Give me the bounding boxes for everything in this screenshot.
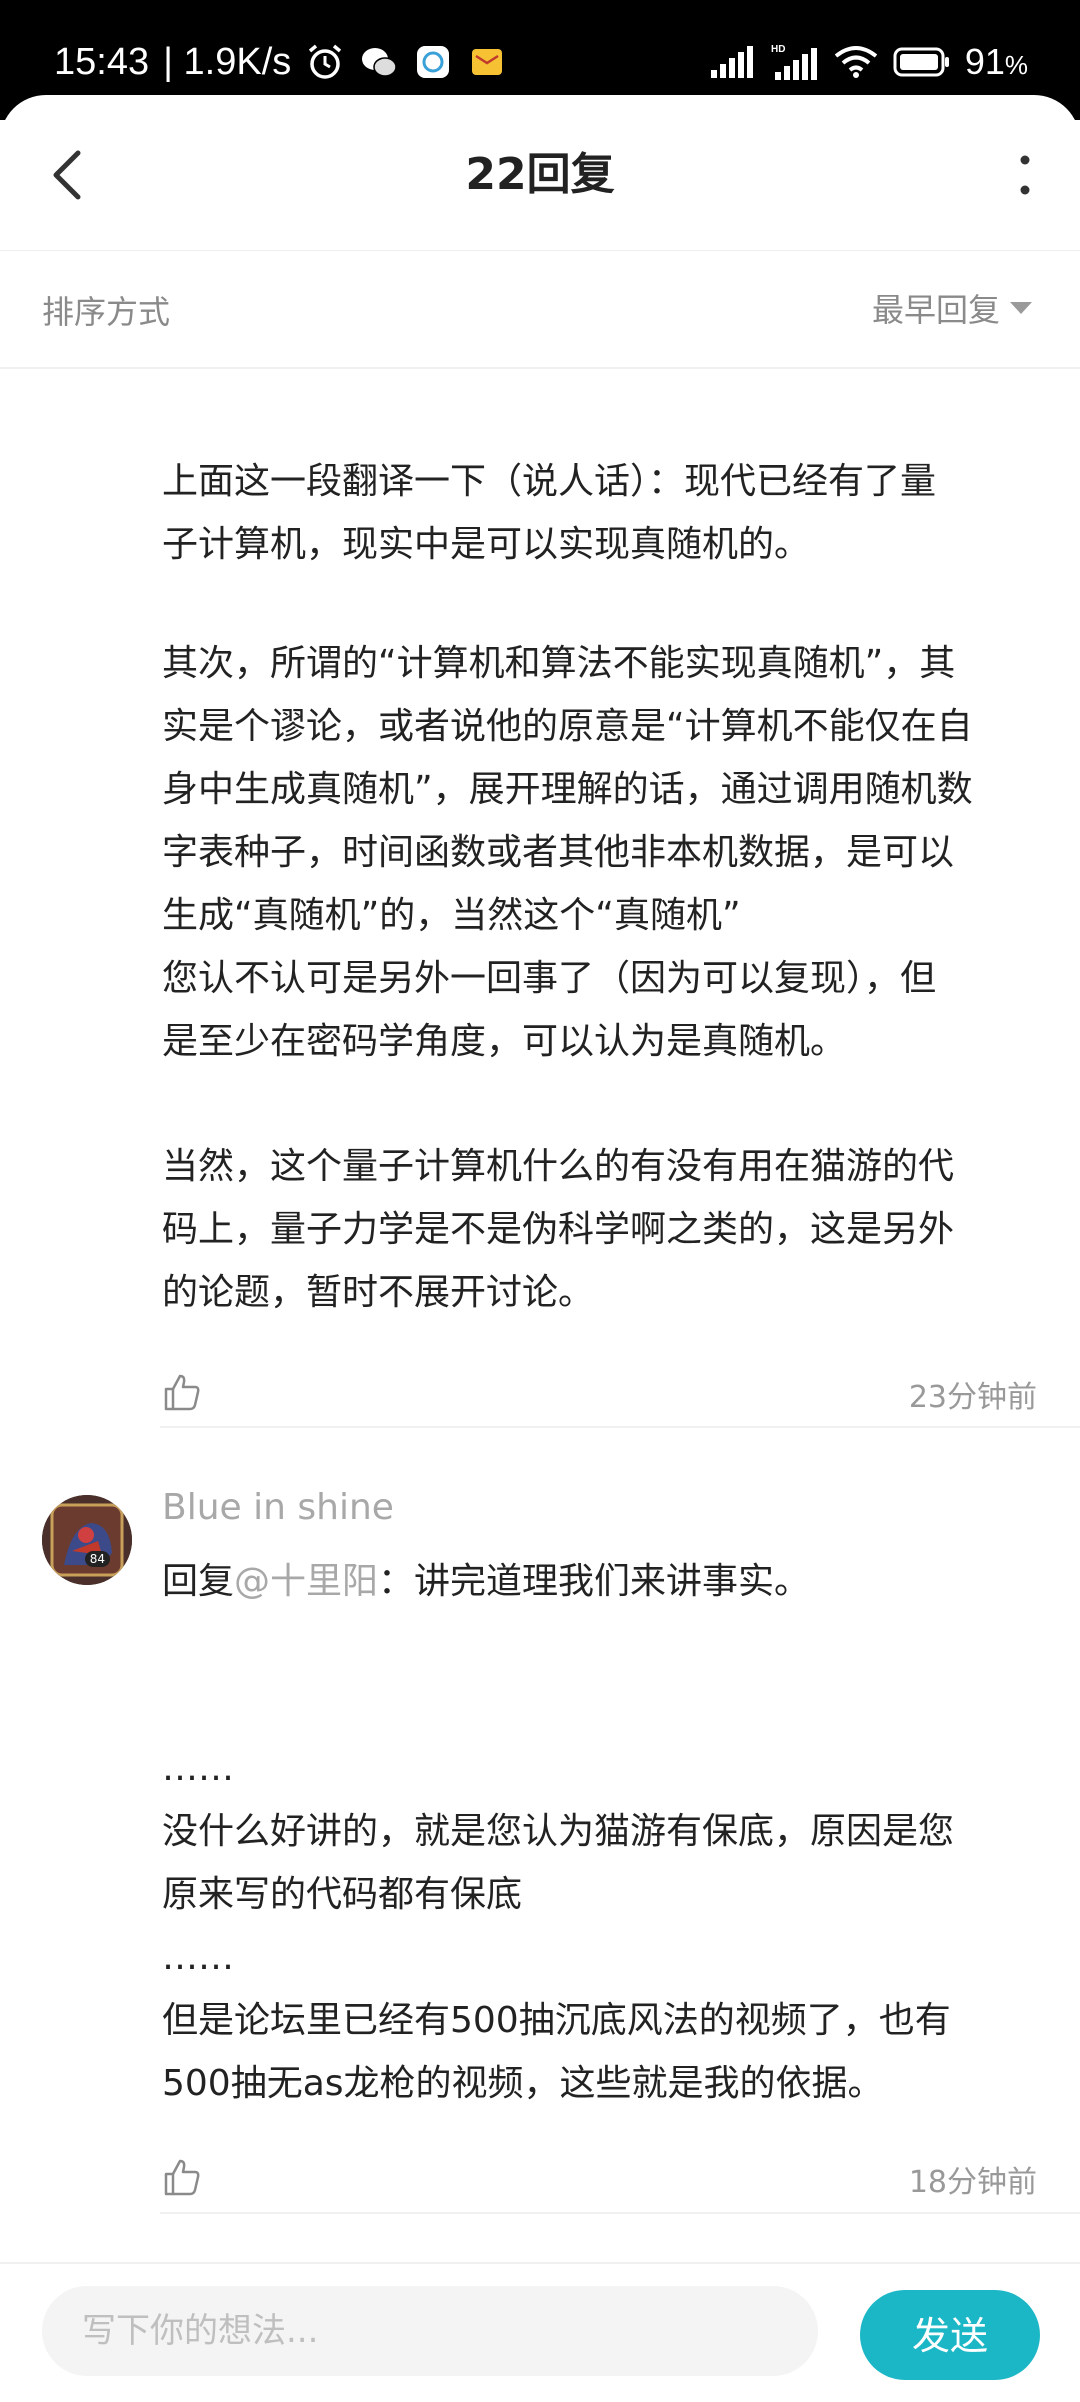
reply-paragraph: …… 没什么好讲的，就是您认为猫游有保底，原因是您 原来写的代码都有保底 …… …: [162, 1748, 955, 2104]
status-left: 15:43 | 1.9K/s: [54, 32, 507, 92]
more-vertical-icon[interactable]: [1010, 145, 1040, 205]
sort-dropdown[interactable]: 最早回复: [872, 285, 1032, 331]
mention-link[interactable]: @十里阳: [234, 1561, 378, 1602]
clock: 15:43: [54, 40, 150, 83]
signal-icon: [710, 46, 753, 78]
battery-unit: %: [1004, 50, 1028, 80]
wifi-icon: [834, 46, 878, 78]
level-badge: 84: [84, 1551, 110, 1567]
battery-icon: [893, 47, 949, 77]
battery-level: 91%: [965, 41, 1028, 83]
username[interactable]: Blue in shine: [162, 1487, 394, 1528]
reply-actions: 23分钟前: [162, 1372, 1037, 1428]
app-notification-icon: [417, 46, 450, 78]
mail-icon: [472, 49, 503, 75]
triangle-down-icon: [1010, 302, 1032, 314]
sort-label: 排序方式: [42, 293, 171, 331]
hd-signal-icon: HD: [771, 44, 817, 80]
send-button[interactable]: 发送: [860, 2290, 1040, 2380]
reply-paragraph: 上面这一段翻译一下（说人话）：现代已经有了量 子计算机，现实中是可以实现真随机的…: [162, 461, 937, 565]
reply-header: 回复@十里阳：讲完道理我们来讲事实。: [162, 1550, 1042, 1613]
alarm-icon: [309, 44, 342, 79]
reply-paragraph: 其次，所谓的“计算机和算法不能实现真随机”，其 实是个谬论，或者说他的原意是“计…: [162, 643, 973, 1062]
reply-actions: 18分钟前: [162, 2157, 1037, 2213]
thumbs-up-icon[interactable]: [162, 1372, 202, 1412]
avatar[interactable]: 84: [42, 1495, 132, 1585]
top-app-bar: 22回复: [0, 95, 1080, 251]
comment-input[interactable]: [42, 2286, 818, 2376]
avatar-image: [42, 1495, 132, 1585]
reply-first-line: ：讲完道理我们来讲事实。: [378, 1561, 811, 1602]
reply-time: 18分钟前: [908, 2165, 1037, 2200]
comment-bar: 发送: [0, 2262, 1080, 2402]
wechat-icon: [362, 48, 398, 77]
divider: [160, 2212, 1080, 2214]
status-right: HD 91%: [709, 32, 1028, 92]
battery-percent: 91: [964, 41, 1005, 82]
reply-prefix: 回复: [162, 1561, 235, 1602]
page-title: 22回复: [465, 149, 615, 200]
divider: [160, 1426, 1080, 1428]
sort-selected-value: 最早回复: [871, 291, 1000, 329]
reply-time: 23分钟前: [908, 1380, 1037, 1415]
network-speed: | 1.9K/s: [163, 40, 292, 83]
thumbs-up-icon[interactable]: [162, 2157, 202, 2197]
svg-text:HD: HD: [771, 44, 785, 55]
reply-paragraph: 当然，这个量子计算机什么的有没有用在猫游的代 码上，量子力学是不是伪科学啊之类的…: [162, 1146, 955, 1313]
sort-bar: 排序方式 最早回复: [0, 251, 1080, 369]
